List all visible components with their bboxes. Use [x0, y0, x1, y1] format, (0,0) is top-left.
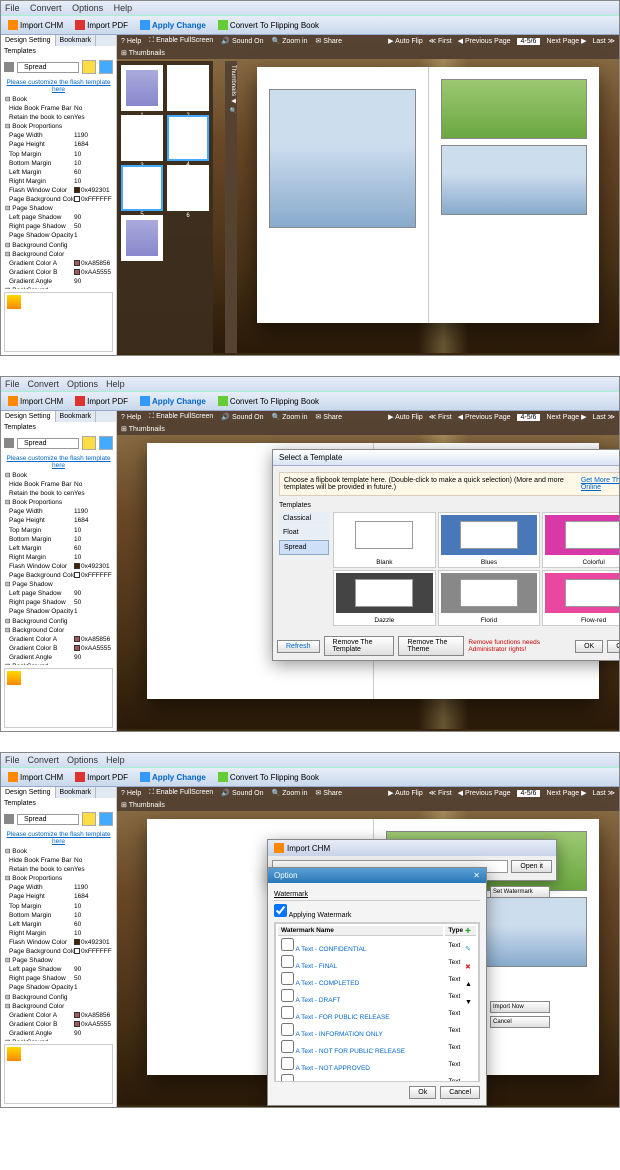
prev-button[interactable]: ◀ Previous Page: [458, 37, 511, 45]
template-selector[interactable]: Spread: [17, 62, 79, 73]
left-page: [257, 67, 428, 323]
template-cell-flow-red[interactable]: Flow-red: [542, 570, 619, 626]
convert-button[interactable]: Convert To Flipping Book: [215, 19, 322, 31]
screenshot-2: FileConvertOptionsHelp Import CHM Import…: [0, 376, 620, 732]
preview-icon: [7, 295, 21, 309]
menu-convert[interactable]: Convert: [30, 3, 62, 13]
wm-ok-button[interactable]: Ok: [409, 1086, 436, 1099]
menu-options[interactable]: Options: [72, 3, 103, 13]
properties-panel[interactable]: ⊟ BookHide Book Frame BarNoRetain the bo…: [1, 95, 116, 289]
applying-watermark-checkbox[interactable]: [274, 904, 287, 917]
template-cell-blues[interactable]: Blues: [438, 512, 541, 568]
customize-link[interactable]: Please customize the flash template here: [1, 77, 116, 95]
last-button[interactable]: Last ≫: [592, 37, 615, 45]
thumb-4[interactable]: [167, 115, 209, 161]
cancel-chm-button[interactable]: Cancel: [490, 1016, 550, 1028]
tab-design-setting[interactable]: Design Setting: [1, 35, 56, 46]
remove-theme-button[interactable]: Remove The Theme: [398, 636, 464, 656]
template-cell-blank[interactable]: Blank: [333, 512, 436, 568]
add-icon[interactable]: ✚: [465, 927, 477, 939]
import-chm-button[interactable]: Import CHM: [5, 19, 66, 31]
cat-classical[interactable]: Classical: [279, 512, 329, 525]
screenshot-3: FileConvertOptionsHelp Import CHM Import…: [0, 752, 620, 1108]
cancel-button[interactable]: Cancel: [607, 640, 619, 653]
tab-bookmark[interactable]: Bookmark: [56, 35, 97, 46]
template-cell-florid[interactable]: Florid: [438, 570, 541, 626]
sound-button[interactable]: 🔊 Sound On: [221, 37, 263, 45]
templates-label: Templates: [1, 46, 116, 57]
fullscreen-button[interactable]: ⛶ Enable FullScreen: [149, 37, 213, 45]
remove-template-button[interactable]: Remove The Template: [324, 636, 395, 656]
next-button[interactable]: Next Page ▶: [546, 37, 586, 45]
template-icon: [4, 62, 14, 72]
right-page: [428, 67, 600, 323]
menubar: File Convert Options Help: [1, 1, 619, 16]
edit-icon[interactable]: ✎: [465, 945, 477, 957]
menu-help[interactable]: Help: [114, 3, 133, 13]
share-button[interactable]: ✉ Share: [315, 37, 342, 45]
page-number[interactable]: 4-5/6: [517, 38, 541, 45]
up-icon[interactable]: ▲: [465, 981, 477, 993]
template-dialog: Select a Template Choose a flipbook temp…: [272, 449, 619, 661]
screenshot-1: File Convert Options Help Import CHM Imp…: [0, 0, 620, 356]
template-cell-dazzle[interactable]: Dazzle: [333, 570, 436, 626]
cat-float[interactable]: Float: [279, 526, 329, 539]
toolbar: Import CHM Import PDF Apply Change Conve…: [1, 16, 619, 35]
option-title: Option: [274, 871, 298, 880]
first-button[interactable]: ≪ First: [429, 37, 452, 45]
warn-text: Remove functions needs Administrator rig…: [468, 639, 567, 653]
template-hint: Choose a flipbook template here. (Double…: [284, 477, 581, 491]
set-watermark-button[interactable]: Set Watermark: [490, 886, 550, 898]
template-categories: Classical Float Spread: [279, 512, 329, 626]
chm-dialog-title: Import CHM: [268, 840, 556, 856]
thumb-6[interactable]: [167, 165, 209, 211]
book-spread[interactable]: [257, 67, 599, 323]
watermark-dialog: Option✕ Watermark Applying Watermark Wat…: [267, 867, 487, 1106]
thumbnails-collapse[interactable]: Thumbnails ◀ 🔍: [225, 61, 237, 353]
dialog-title: Select a Template: [273, 450, 619, 466]
refresh-button[interactable]: Refresh: [277, 640, 320, 653]
help-button[interactable]: ? Help: [121, 38, 141, 45]
autoflip-button[interactable]: ▶ Auto Flip: [388, 37, 423, 45]
apply-change-button[interactable]: Apply Change: [137, 19, 209, 31]
watermark-table[interactable]: Watermark NameType A Text - CONFIDENTIAL…: [275, 923, 479, 1082]
import-now-button[interactable]: Import Now: [490, 1001, 550, 1013]
menu-file[interactable]: File: [5, 3, 20, 13]
thumb-7[interactable]: [121, 215, 163, 261]
open-template-button[interactable]: [82, 60, 96, 74]
save-template-button[interactable]: [99, 60, 113, 74]
thumb-2[interactable]: [167, 65, 209, 111]
zoom-button[interactable]: 🔍 Zoom in: [272, 37, 308, 45]
down-icon[interactable]: ▼: [465, 999, 477, 1011]
ok-button[interactable]: OK: [575, 640, 603, 653]
template-cell-colorful[interactable]: Colorful: [542, 512, 619, 568]
cat-spread[interactable]: Spread: [279, 540, 329, 555]
viewer-toolbar: ? Help ⛶ Enable FullScreen 🔊 Sound On 🔍 …: [117, 35, 619, 47]
delete-icon[interactable]: ✖: [465, 963, 477, 975]
thumb-3[interactable]: [121, 115, 163, 161]
watermark-tab[interactable]: Watermark: [274, 891, 308, 898]
thumb-1[interactable]: [121, 65, 163, 111]
template-grid: BlankBluesColorful DazzleFloridFlow-red: [333, 512, 619, 626]
get-themes-link[interactable]: Get More Themes Online: [581, 477, 619, 491]
viewer: ? Help ⛶ Enable FullScreen 🔊 Sound On 🔍 …: [117, 35, 619, 355]
import-pdf-button[interactable]: Import PDF: [72, 19, 131, 31]
sidebar: Design Setting Bookmark Templates Spread…: [1, 35, 117, 355]
open-file-button[interactable]: Open it: [511, 860, 552, 873]
thumbnails-panel: [117, 61, 213, 353]
preview-box: [4, 292, 113, 352]
wm-cancel-button[interactable]: Cancel: [440, 1086, 480, 1099]
thumb-5[interactable]: [121, 165, 163, 211]
close-icon[interactable]: ✕: [473, 871, 480, 880]
